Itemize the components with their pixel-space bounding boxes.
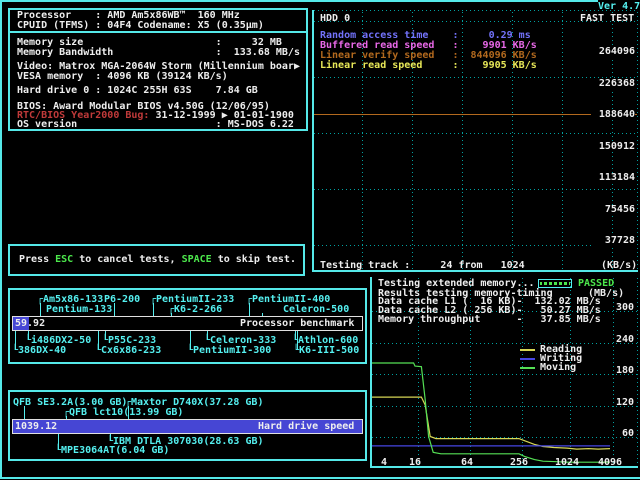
- hdd-result-row: Linear read speed : 9905 KB/s: [320, 60, 537, 71]
- hdd-gridline-h: [314, 10, 637, 11]
- message-segment: to cancel tests,: [73, 254, 182, 265]
- cpu-benchmark-reference-label: Pentium-133: [46, 304, 113, 315]
- memory-x-tick-label: 4: [381, 457, 388, 468]
- cpu-benchmark-tick: [153, 303, 154, 316]
- memory-x-tick-label: 1024: [555, 457, 580, 468]
- hdd-benchmark-score-value: 1039.12: [15, 421, 58, 432]
- message-text: Press ESC to cancel tests, SPACE to skip…: [19, 255, 296, 265]
- legend-label-moving: Moving: [540, 362, 577, 373]
- hdd-scale-label: 226368: [591, 79, 635, 89]
- cpu-benchmark-tick: [98, 331, 99, 350]
- hdd-scale-label: 188640: [591, 110, 635, 120]
- info-row: CPUID (TFMS) : 04F4 Codename: X5 (0.35µm…: [17, 21, 264, 31]
- speedsys-screen: Ver 4.78 Processor : AMD Am5x86WB™ 160 M…: [0, 0, 640, 480]
- screen-border-top: [0, 0, 598, 2]
- memory-series-reading: [372, 396, 611, 450]
- hdd-benchmark-reference-label: ┌QFB lct10(13.99 GB): [63, 407, 184, 418]
- hdd-benchmark-tick: [58, 434, 59, 450]
- system-info-divider: [8, 31, 308, 33]
- memory-y-tick-label: 120: [615, 397, 634, 408]
- info-row: Memory Bandwidth : 133.68 MB/s: [17, 48, 300, 58]
- cpu-benchmark-tick: [207, 331, 208, 340]
- cpu-benchmark-reference-label: ┌K6-2-266: [168, 304, 223, 315]
- cpu-benchmark-tick: [105, 331, 106, 340]
- hdd-benchmark-reference-label: └MPE3064AT(6.04 GB): [55, 445, 170, 456]
- info-row-segment: CPUID (TFMS) : 04F4 Codename: X5 (0.35µm…: [17, 20, 264, 31]
- cpu-benchmark-reference-label: └Cx6x86-233: [95, 345, 162, 356]
- info-row: OS version : MS-DOS 6.22: [17, 120, 294, 130]
- hdd-panel-border-left: [312, 10, 314, 272]
- info-row-segment: Memory Bandwidth : 133.68 MB/s: [17, 47, 300, 58]
- cpu-benchmark-reference-label: Celeron-500: [283, 304, 350, 315]
- hdd-status-unit: (KB/s): [601, 260, 638, 271]
- info-row-segment: VESA memory : 4096 KB (39124 KB/s): [17, 71, 228, 82]
- cpu-benchmark-reference-label: └386DX-40: [12, 345, 67, 356]
- memory-x-tick-label: 16: [409, 457, 422, 468]
- cpu-benchmark-reference-label: └K6-III-500: [293, 345, 360, 356]
- cpu-benchmark-tick: [295, 331, 296, 340]
- memory-series-moving: [372, 362, 610, 463]
- hdd-gridline-v: [637, 12, 638, 270]
- memory-y-tick-label: 300: [615, 302, 634, 313]
- hdd-scale-label: 150912: [591, 142, 635, 152]
- message-segment: Press: [19, 254, 56, 265]
- memory-x-tick-label: 4096: [598, 457, 623, 468]
- memory-y-tick-label: 180: [615, 365, 634, 376]
- hdd-status-text: Testing track : 24 from 1024: [320, 260, 525, 271]
- memory-x-tick-label: 256: [510, 457, 529, 468]
- message-segment: ESC: [55, 254, 74, 265]
- screen-border-bottom: [0, 477, 640, 479]
- info-row: Hard drive 0 : 1024C 255H 63S 7.84 GB: [17, 86, 258, 96]
- message-segment: to skip test.: [211, 254, 296, 265]
- screen-border-left: [0, 0, 2, 479]
- hdd-scale-label: 113184: [591, 173, 635, 183]
- hdd-scale-label: 264096: [591, 47, 635, 57]
- legend-swatch-writing: [520, 358, 535, 360]
- hdd-benchmark-tick: [24, 406, 25, 419]
- hdd-marker-line: [314, 114, 637, 115]
- legend-swatch-reading: [520, 349, 535, 351]
- cpu-benchmark-tick: [249, 303, 250, 316]
- cpu-benchmark-reference-label: └PentiumII-300: [187, 345, 272, 356]
- memory-result-row: Memory throughput - 37.85 MB/s: [378, 314, 601, 325]
- hdd-benchmark-title: Hard drive speed: [258, 421, 355, 432]
- info-row: VESA memory : 4096 KB (39124 KB/s): [17, 72, 228, 82]
- hdd-benchmark-tick: [110, 434, 111, 441]
- cpu-benchmark-tick: [114, 303, 115, 316]
- legend-swatch-moving: [520, 367, 535, 369]
- cpu-benchmark-title: Processor benchmark: [240, 318, 355, 329]
- memory-y-tick-label: 60: [621, 428, 634, 439]
- hdd-scale-label: 37728: [591, 236, 635, 246]
- info-row-segment: OS version : MS-DOS 6.22: [17, 119, 294, 130]
- hdd-title: HDD 0: [320, 13, 351, 24]
- cpu-benchmark-tick: [297, 331, 298, 350]
- hdd-mode-label: FAST TEST: [580, 13, 635, 24]
- memory-x-tick-label: 64: [461, 457, 474, 468]
- hdd-scale-label: 75456: [591, 205, 635, 215]
- cpu-benchmark-tick: [15, 331, 16, 350]
- cpu-benchmark-tick: [28, 331, 29, 340]
- hdd-gridline-v: [562, 12, 563, 270]
- cpu-benchmark-tick: [190, 331, 191, 350]
- memory-test-progress-bar: [538, 279, 572, 288]
- info-row-segment: Hard drive 0 : 1024C 255H 63S 7.84 GB: [17, 85, 258, 96]
- cpu-benchmark-score-value: 59.92: [15, 318, 46, 329]
- memory-y-tick-label: 240: [615, 334, 634, 345]
- message-segment: SPACE: [181, 254, 212, 265]
- cpu-benchmark-tick: [40, 303, 41, 316]
